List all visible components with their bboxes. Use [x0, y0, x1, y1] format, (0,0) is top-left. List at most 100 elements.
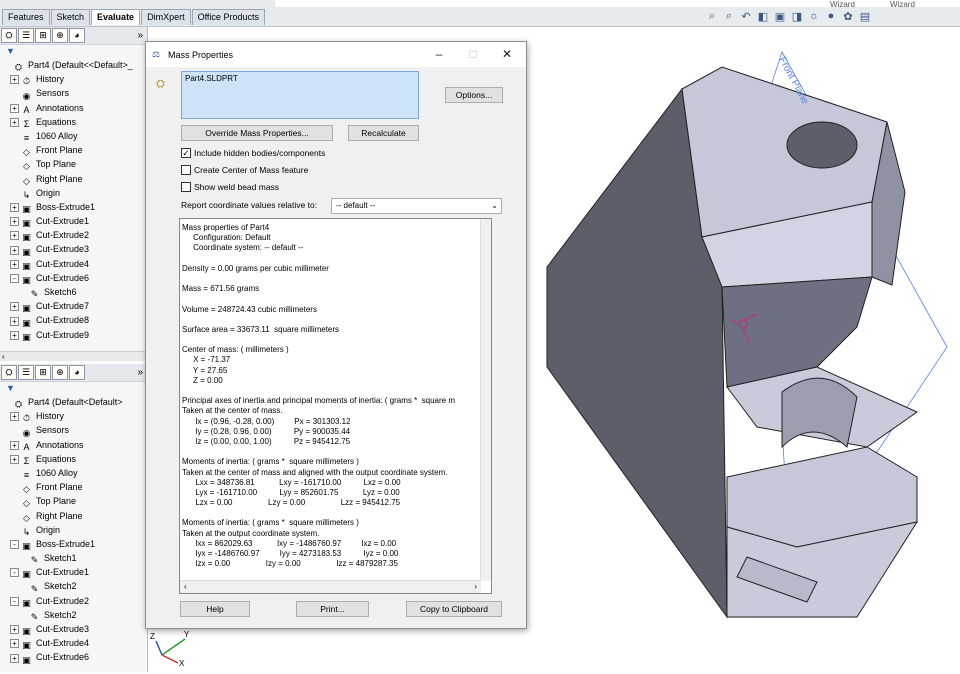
tree-node[interactable]: + ▣ Cut-Extrude3	[0, 242, 147, 257]
tree-node[interactable]: ◇ Right Plane	[0, 172, 147, 186]
tree-node[interactable]: ◇ Front Plane	[0, 480, 147, 494]
tree-node[interactable]: ◇ Top Plane	[0, 157, 147, 171]
tree-node[interactable]: + ▣ Cut-Extrude6	[0, 650, 147, 665]
expand-icon[interactable]: +	[10, 103, 19, 113]
tree-node[interactable]: ↳ Origin	[0, 186, 147, 200]
include-hidden-checkbox[interactable]: ✓ Include hidden bodies/components	[181, 148, 325, 158]
tree-node[interactable]: ◉ Sensors	[0, 86, 147, 100]
tree-node[interactable]: ⛭ Part4 (Default<<Default>_	[0, 58, 147, 72]
selected-item[interactable]: Part4.SLDPRT	[185, 74, 238, 83]
tree-node[interactable]: ◇ Top Plane	[0, 494, 147, 508]
tree-more-chevron-icon[interactable]: »	[137, 30, 143, 41]
tree-node[interactable]: + Σ Equations	[0, 452, 147, 466]
display-manager-tab-icon[interactable]: ◕	[69, 28, 85, 43]
hide-show-icon[interactable]: ☼	[807, 10, 821, 23]
zoom-area-icon[interactable]: ⌕	[722, 10, 736, 23]
coordinate-system-select[interactable]: -- default -- ⌄	[331, 198, 502, 214]
expand-icon[interactable]: +	[10, 203, 19, 212]
section-view-icon[interactable]: ◧	[756, 10, 770, 23]
collapse-icon[interactable]: -	[10, 596, 19, 606]
expand-icon[interactable]: +	[10, 330, 19, 340]
selected-items-box[interactable]: Part4.SLDPRT	[181, 71, 419, 119]
feature-manager-tab-icon[interactable]: ⛭	[1, 365, 17, 380]
expand-icon[interactable]: +	[10, 259, 19, 269]
dimxpert-manager-tab-icon[interactable]: ⊕	[52, 28, 68, 43]
tree-node[interactable]: + ▣ Cut-Extrude9	[0, 328, 147, 342]
tree-node[interactable]: + ▣ Cut-Extrude8	[0, 313, 147, 328]
mass-properties-results[interactable]: Mass properties of Part4 Configuration: …	[179, 218, 492, 594]
expand-icon[interactable]: +	[10, 412, 19, 422]
tree-node[interactable]: ✎ Sketch2	[0, 579, 147, 593]
tree-node[interactable]: ◇ Front Plane	[0, 143, 147, 157]
results-horizontal-scrollbar[interactable]: ‹ ›	[180, 580, 481, 593]
chevron-down-icon[interactable]: ⌄	[491, 199, 498, 213]
display-manager-tab-icon[interactable]: ◕	[69, 365, 85, 380]
scroll-right-icon[interactable]: ›	[474, 581, 477, 593]
minimize-button[interactable]: –	[429, 47, 449, 61]
create-com-checkbox[interactable]: Create Center of Mass feature	[181, 165, 308, 175]
tree-more-chevron-icon[interactable]: »	[137, 367, 143, 378]
part-top-hole[interactable]	[786, 121, 858, 169]
help-button[interactable]: Help	[180, 601, 250, 617]
tree-node[interactable]: + ▣ Cut-Extrude3	[0, 622, 147, 636]
expand-icon[interactable]: +	[10, 245, 19, 255]
tree-node[interactable]: + ⏱ History	[0, 72, 147, 86]
tree-node[interactable]: + A Annotations	[0, 101, 147, 115]
tree-node[interactable]: ⛭ Part4 (Default<Default>	[0, 395, 147, 409]
dialog-title-bar[interactable]: ⚖ Mass Properties – □ ✕	[146, 42, 526, 67]
results-vertical-scrollbar[interactable]	[480, 219, 491, 581]
override-mass-properties-button[interactable]: Override Mass Properties...	[181, 125, 333, 141]
expand-icon[interactable]: +	[10, 302, 19, 312]
expand-icon[interactable]: +	[10, 440, 19, 450]
expand-icon[interactable]: +	[10, 639, 19, 649]
filter-icon[interactable]: ▼	[0, 45, 147, 58]
previous-view-icon[interactable]: ↶	[739, 10, 753, 23]
copy-to-clipboard-button[interactable]: Copy to Clipboard	[406, 601, 502, 617]
tab-office-products[interactable]: Office Products	[191, 9, 265, 25]
tree-node[interactable]: - ▣ Cut-Extrude1	[0, 565, 147, 579]
tab-sketch[interactable]: Sketch	[50, 9, 91, 25]
tree-node[interactable]: + ▣ Cut-Extrude7	[0, 299, 147, 313]
view-settings-icon[interactable]: ▤	[858, 10, 872, 23]
tree-node[interactable]: ✎ Sketch1	[0, 551, 147, 565]
show-weld-checkbox[interactable]: Show weld bead mass	[181, 182, 279, 192]
tree-node[interactable]: ✎ Sketch6	[0, 285, 147, 299]
property-manager-tab-icon[interactable]: ☰	[18, 365, 34, 380]
expand-icon[interactable]: +	[10, 316, 19, 326]
collapse-icon[interactable]: -	[10, 273, 19, 283]
tree-node[interactable]: + ▣ Cut-Extrude1	[0, 214, 147, 228]
feature-manager-tab-icon[interactable]: ⛭	[1, 28, 17, 43]
show-weld-box[interactable]	[181, 182, 191, 192]
tree-node[interactable]: + ▣ Boss-Extrude1	[0, 200, 147, 214]
expand-icon[interactable]: +	[10, 625, 19, 635]
property-manager-tab-icon[interactable]: ☰	[18, 28, 34, 43]
tree-node[interactable]: + ▣ Cut-Extrude4	[0, 257, 147, 271]
zoom-to-fit-icon[interactable]: ⌕	[705, 10, 719, 23]
expand-icon[interactable]: +	[10, 454, 19, 464]
print-button[interactable]: Print...	[296, 601, 369, 617]
tree-node[interactable]: - ▣ Cut-Extrude2	[0, 594, 147, 608]
appearance-icon[interactable]: ●	[824, 10, 838, 23]
graphics-area[interactable]: Front Plane	[527, 27, 960, 672]
options-button[interactable]: Options...	[445, 87, 503, 103]
expand-icon[interactable]: +	[10, 653, 19, 663]
tab-features[interactable]: Features	[2, 9, 50, 25]
expand-icon[interactable]: +	[10, 217, 19, 227]
tree-node[interactable]: ↳ Origin	[0, 523, 147, 537]
close-button[interactable]: ✕	[497, 47, 517, 61]
tree-node[interactable]: ≡ 1060 Alloy	[0, 466, 147, 480]
tree-node[interactable]: + ▣ Cut-Extrude2	[0, 228, 147, 242]
tab-evaluate[interactable]: Evaluate	[91, 9, 141, 25]
display-style-icon[interactable]: ◨	[790, 10, 804, 23]
tree-node[interactable]: + A Annotations	[0, 438, 147, 452]
tree-horizontal-scrollbar[interactable]: ‹	[0, 351, 147, 361]
view-orientation-icon[interactable]: ▣	[773, 10, 787, 23]
dimxpert-manager-tab-icon[interactable]: ⊕	[52, 365, 68, 380]
tree-node[interactable]: + ⏱ History	[0, 409, 147, 423]
tree-node[interactable]: ◉ Sensors	[0, 423, 147, 437]
tree-node[interactable]: ≡ 1060 Alloy	[0, 129, 147, 143]
scene-icon[interactable]: ✿	[841, 10, 855, 23]
tree-node[interactable]: + ▣ Cut-Extrude4	[0, 636, 147, 650]
collapse-icon[interactable]: -	[10, 568, 19, 578]
tree-node[interactable]: + Σ Equations	[0, 115, 147, 129]
